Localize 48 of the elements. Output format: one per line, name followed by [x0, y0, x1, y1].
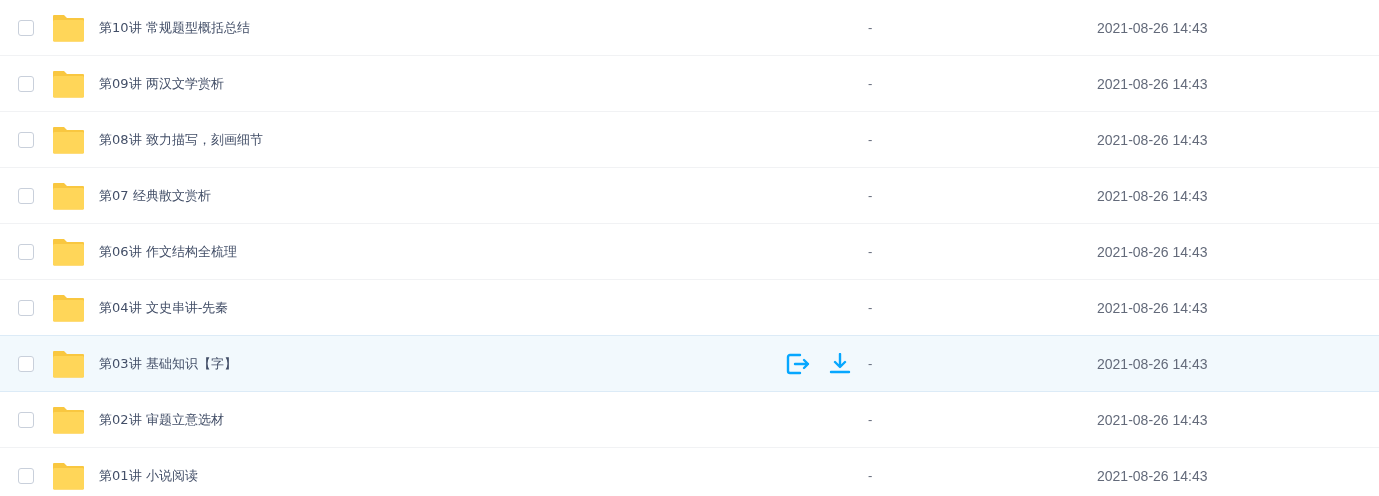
folder-icon [52, 181, 85, 210]
file-size: - [868, 132, 874, 147]
file-size: - [868, 412, 874, 427]
modified-date: 2021-08-26 14:43 [1097, 75, 1209, 92]
checkbox[interactable] [18, 299, 34, 316]
modified-date: 2021-08-26 14:43 [1097, 243, 1209, 260]
folder-icon [52, 461, 85, 490]
checkbox[interactable] [18, 411, 34, 428]
checkbox[interactable] [18, 187, 34, 204]
modified-date: 2021-08-26 14:43 [1097, 411, 1209, 428]
file-size: - [868, 356, 874, 371]
file-size: - [868, 188, 874, 203]
checkbox[interactable] [18, 243, 34, 260]
folder-name[interactable]: 第10讲 常规题型概括总结 [99, 18, 786, 37]
folder-name[interactable]: 第02讲 审题立意选材 [99, 410, 786, 429]
checkbox[interactable] [18, 19, 34, 36]
modified-date: 2021-08-26 14:43 [1097, 355, 1209, 372]
modified-date: 2021-08-26 14:43 [1097, 299, 1209, 316]
folder-icon [52, 13, 85, 42]
folder-icon [52, 125, 85, 154]
file-size: - [868, 20, 874, 35]
file-row[interactable]: 第03讲 基础知识【字】 - 2021-08-26 14:43 [0, 335, 1379, 392]
modified-date: 2021-08-26 14:43 [1097, 19, 1209, 36]
checkbox[interactable] [18, 467, 34, 484]
file-size: - [868, 244, 874, 259]
folder-name[interactable]: 第09讲 两汉文学赏析 [99, 74, 786, 93]
modified-date: 2021-08-26 14:43 [1097, 131, 1209, 148]
folder-icon [52, 69, 85, 98]
checkbox[interactable] [18, 75, 34, 92]
download-icon[interactable] [828, 352, 852, 375]
file-size: - [868, 468, 874, 483]
folder-name[interactable]: 第07 经典散文赏析 [99, 186, 786, 205]
folder-icon [52, 405, 85, 434]
folder-icon [52, 349, 85, 378]
folder-icon [52, 293, 85, 322]
folder-name[interactable]: 第03讲 基础知识【字】 [99, 354, 786, 373]
modified-date: 2021-08-26 14:43 [1097, 467, 1209, 484]
file-size: - [868, 300, 874, 315]
share-icon[interactable] [786, 352, 810, 375]
folder-name[interactable]: 第06讲 作文结构全梳理 [99, 242, 786, 261]
folder-name[interactable]: 第01讲 小说阅读 [99, 466, 786, 485]
file-size: - [868, 76, 874, 91]
folder-icon [52, 237, 85, 266]
checkbox[interactable] [18, 355, 34, 372]
checkbox[interactable] [18, 131, 34, 148]
folder-name[interactable]: 第08讲 致力描写，刻画细节 [99, 130, 786, 149]
folder-name[interactable]: 第04讲 文史串讲-先秦 [99, 298, 786, 317]
modified-date: 2021-08-26 14:43 [1097, 187, 1209, 204]
